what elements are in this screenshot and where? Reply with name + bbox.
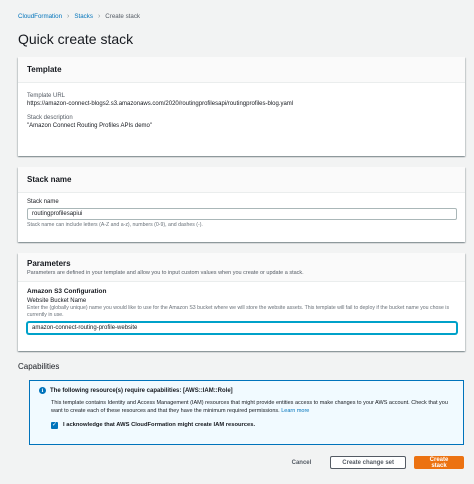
alert-title: The following resource(s) require capabi…: [50, 387, 233, 394]
info-icon: i: [39, 387, 46, 394]
capabilities-title: Capabilities: [18, 362, 60, 371]
breadcrumb-current: Create stack: [105, 13, 141, 20]
parameters-panel-description: Parameters are defined in your template …: [27, 270, 304, 276]
iam-acknowledge[interactable]: ✓ I acknowledge that AWS CloudFormation …: [51, 421, 454, 429]
acknowledge-label: I acknowledge that AWS CloudFormation mi…: [63, 422, 256, 428]
template-url-label: Template URL: [27, 93, 66, 99]
acknowledge-checkbox[interactable]: ✓: [51, 421, 58, 429]
template-panel-title: Template: [18, 57, 465, 83]
breadcrumb-cloudformation[interactable]: CloudFormation: [18, 13, 62, 20]
template-url-value: https://amazon-connect-blogs2.s3.amazona…: [27, 101, 294, 107]
page-title: Quick create stack: [18, 31, 134, 47]
chevron-right-icon: ›: [97, 13, 101, 20]
parameters-panel-title: Parameters: [27, 259, 71, 268]
breadcrumb-stacks[interactable]: Stacks: [74, 13, 93, 20]
learn-more-link[interactable]: Learn more: [281, 408, 309, 414]
create-stack-button[interactable]: Create stack: [414, 456, 464, 469]
cancel-button[interactable]: Cancel: [281, 456, 323, 469]
alert-text-block: This template contains Identity and Acce…: [51, 399, 454, 416]
stack-description-label: Stack description: [27, 115, 73, 121]
stack-name-label: Stack name: [27, 199, 59, 205]
capabilities-alert: i The following resource(s) require capa…: [29, 380, 464, 445]
alert-text: This template contains Identity and Acce…: [51, 400, 448, 415]
website-bucket-name-label: Website Bucket Name: [27, 298, 87, 304]
stack-description-value: "Amazon Connect Routing Profiles APIs de…: [27, 123, 152, 129]
chevron-right-icon: ›: [67, 13, 70, 20]
create-change-set-button[interactable]: Create change set: [330, 456, 406, 469]
parameters-panel: Parameters Parameters are defined in you…: [18, 253, 465, 351]
stack-name-panel: Stack name Stack name routingprofilesapi…: [18, 167, 465, 242]
template-panel: Template Template URL https://amazon-con…: [18, 57, 465, 156]
s3-configuration-heading: Amazon S3 Configuration: [27, 288, 107, 295]
stack-name-panel-title: Stack name: [18, 167, 465, 193]
form-actions: Cancel Create change set Create stack: [281, 456, 464, 469]
breadcrumb: CloudFormation › Stacks › Create stack: [18, 13, 140, 20]
website-bucket-name-input[interactable]: amazon-connect-routing-profile-website: [27, 321, 457, 334]
stack-name-hint: Stack name can include letters (A-Z and …: [27, 222, 203, 228]
website-bucket-name-hint: Enter the (globally unique) name you wou…: [27, 305, 450, 318]
stack-name-input[interactable]: routingprofilesapiui: [27, 208, 457, 220]
parameters-panel-header: Parameters Parameters are defined in you…: [18, 253, 465, 282]
